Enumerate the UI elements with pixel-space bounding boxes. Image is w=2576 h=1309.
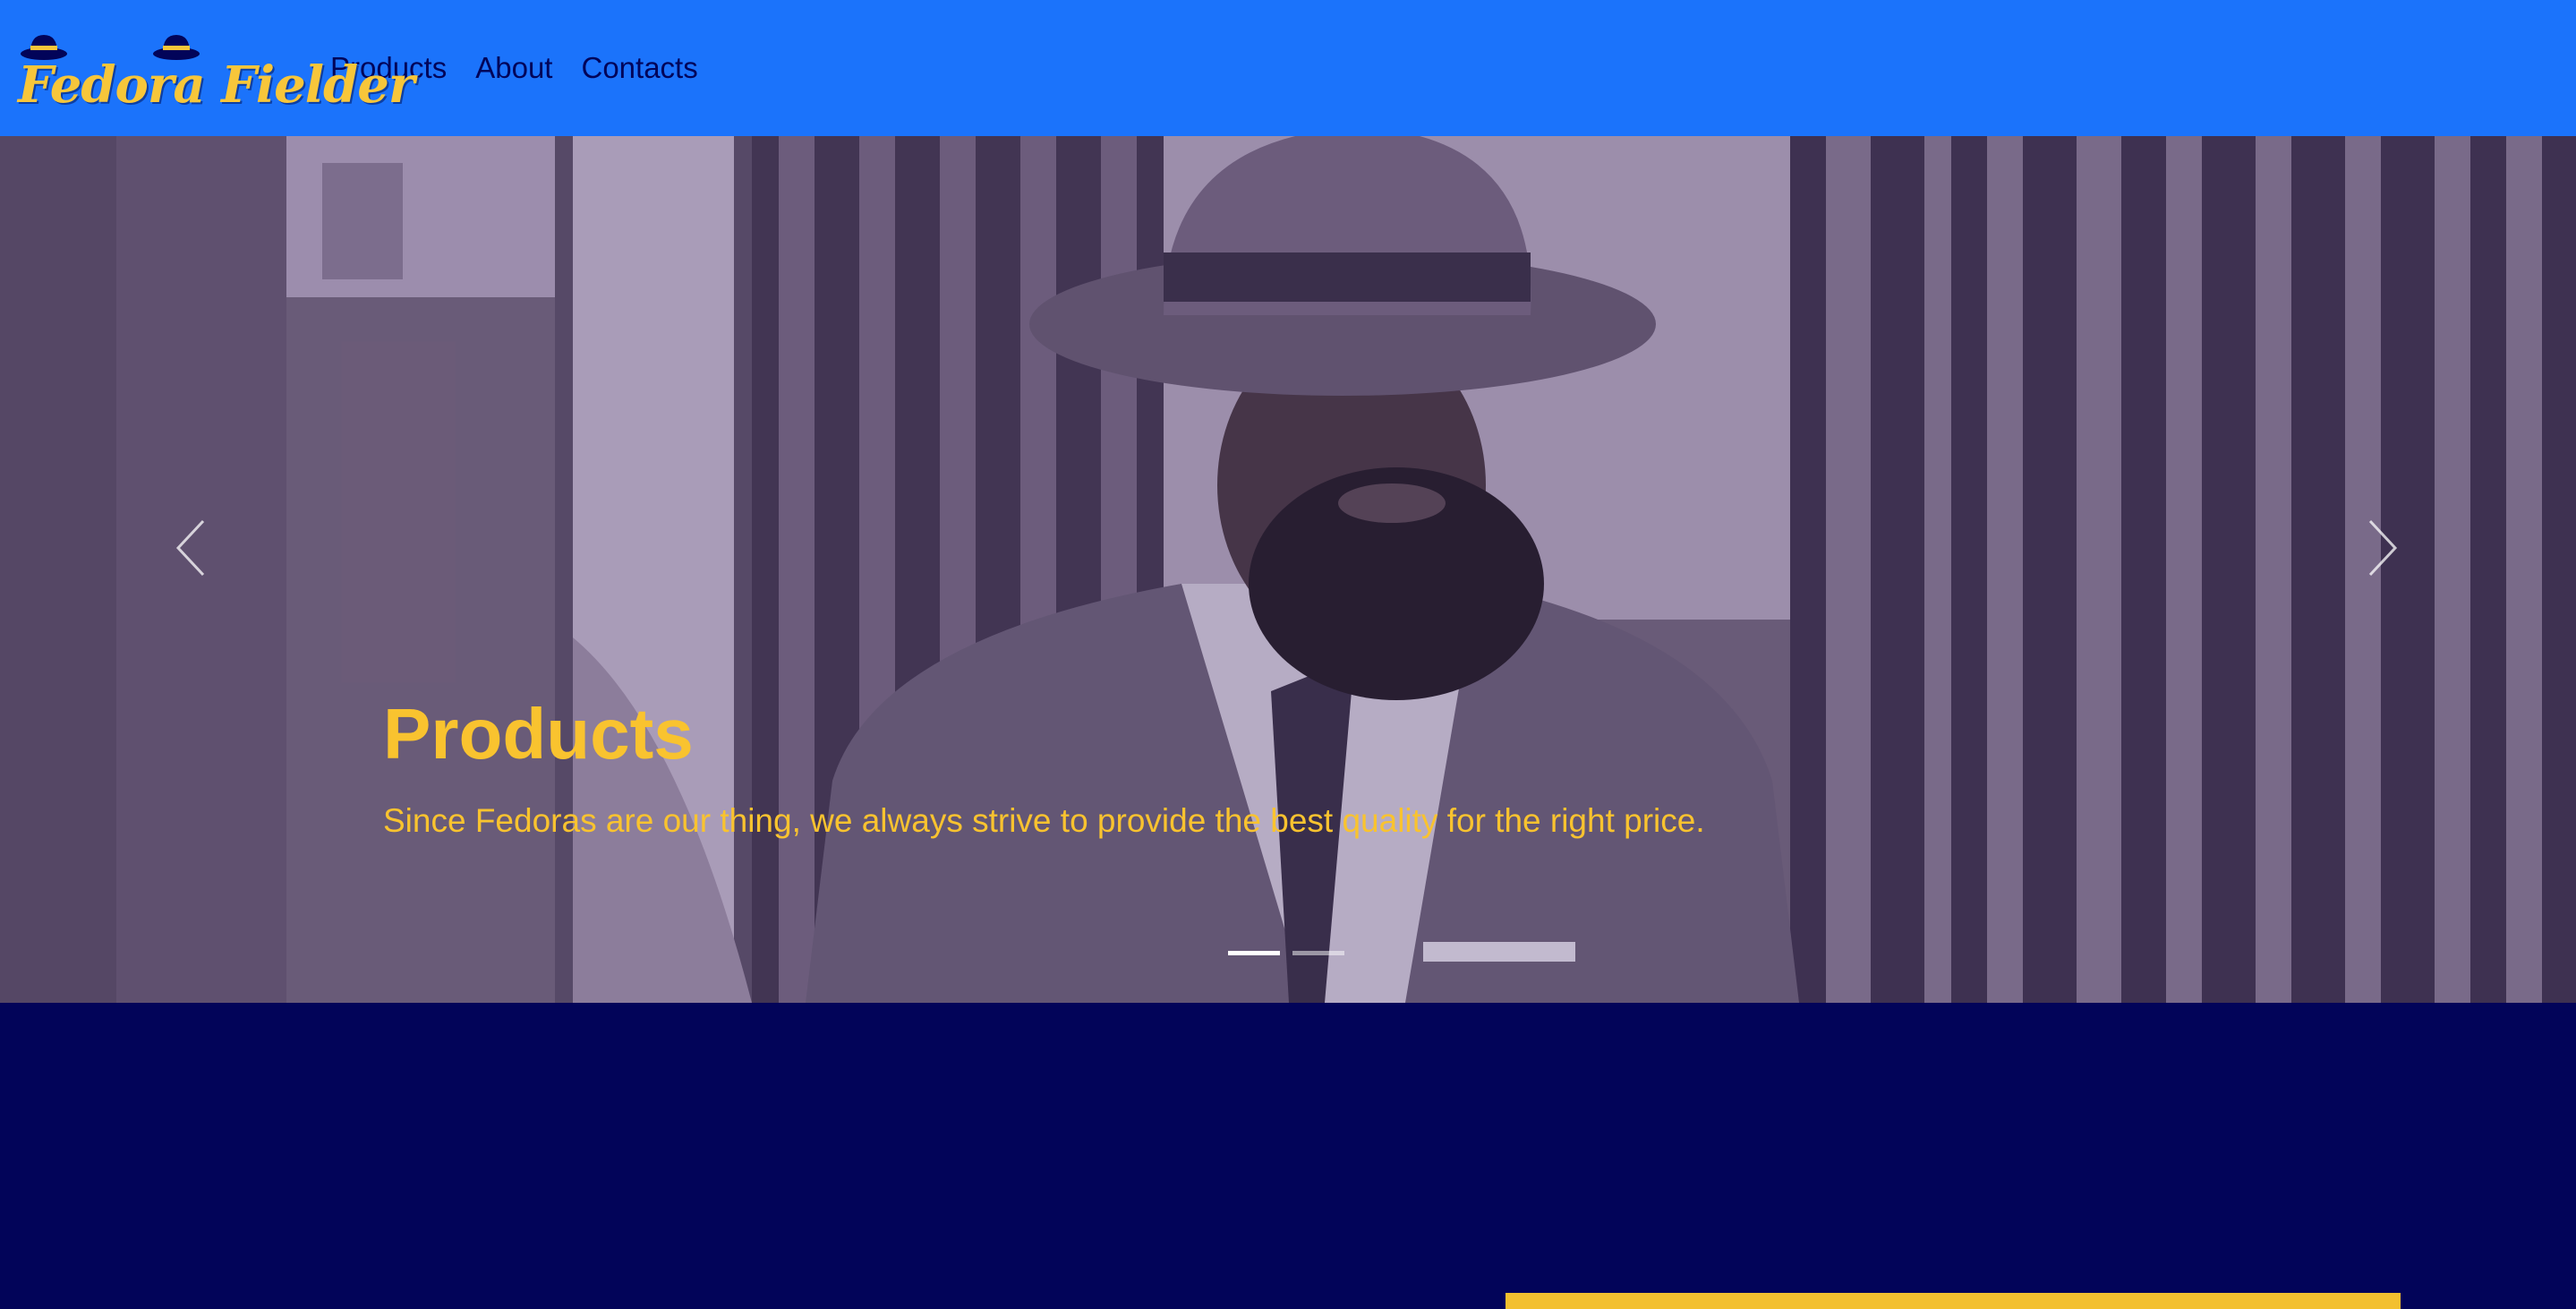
carousel-indicator-1[interactable] [1228, 951, 1280, 955]
accent-block [1506, 1293, 2401, 1309]
chevron-left-icon[interactable] [157, 512, 228, 584]
brand-name: Fedora Fielder [18, 56, 414, 115]
caption-text: Since Fedoras are our thing, we always s… [383, 802, 1705, 839]
caption-title: Products [383, 694, 694, 774]
navbar: Fedora Fielder Products About Contacts [0, 0, 2576, 136]
brand-logo[interactable]: Fedora Fielder [18, 14, 414, 122]
carousel-caption: Products Since Fedoras are our thing, we… [383, 698, 1705, 840]
hero-carousel: Products Since Fedoras are our thing, we… [0, 136, 2576, 1003]
hero-overlay [0, 136, 2576, 1003]
carousel-indicator-2[interactable] [1292, 951, 1344, 955]
carousel-indicators [1228, 951, 1357, 955]
chevron-right-icon[interactable] [2345, 512, 2417, 584]
content-section [0, 1003, 2576, 1309]
nav-link-about[interactable]: About [475, 51, 552, 85]
nav-link-contacts[interactable]: Contacts [581, 51, 697, 85]
